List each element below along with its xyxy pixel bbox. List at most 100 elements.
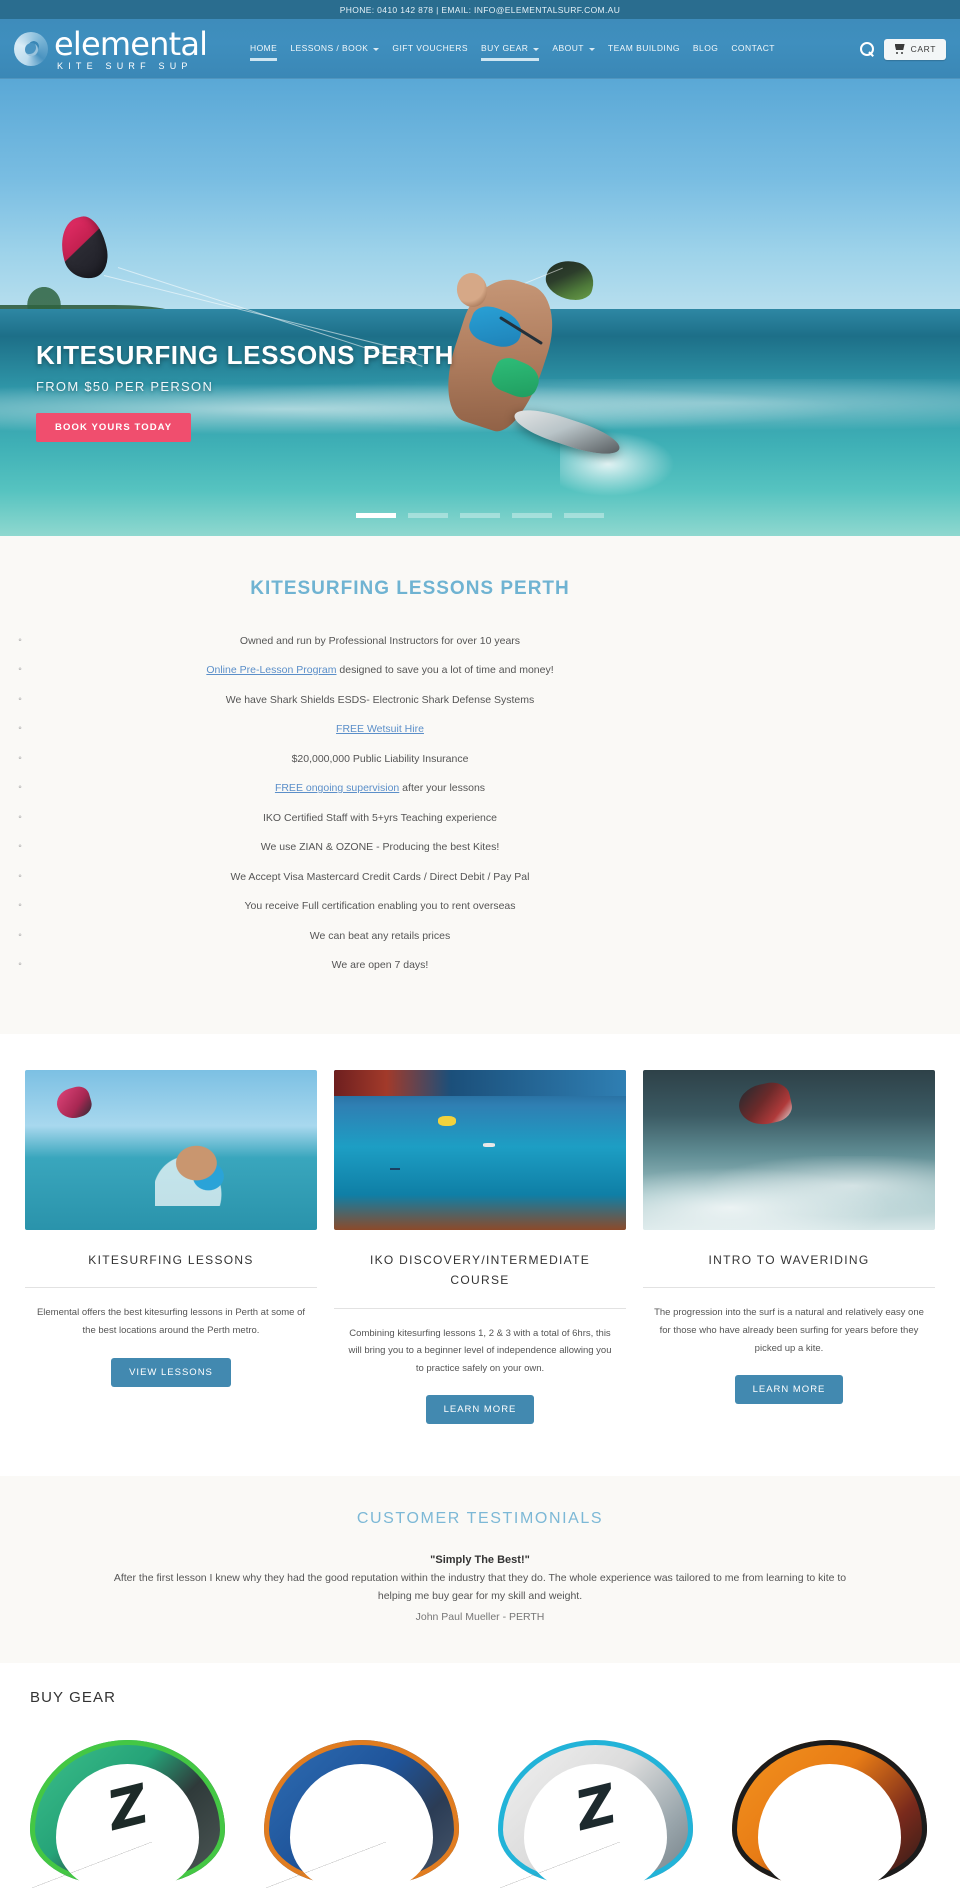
kite-lines [500,1842,620,1888]
top-contact-bar: PHONE: 0410 142 878 | EMAIL: INFO@ELEMEN… [0,0,960,19]
cart-button-label: CART [910,44,936,54]
search-icon[interactable] [859,41,875,57]
slider-indicator-1[interactable] [356,513,396,518]
nav-label: BLOG [692,43,719,53]
buy-gear-section: BUY GEAR Z Z Z REO [0,1663,960,1888]
feature-text: IKO Certified Staff with 5+yrs Teaching … [263,811,497,824]
hero-title: KITESURFING LESSONS PERTH [36,340,455,370]
nav-item-lessons-book[interactable]: LESSONS / BOOK [290,39,380,63]
feature-text: You receive Full certification enabling … [244,900,516,912]
contact-info-text: PHONE: 0410 142 878 | EMAIL: INFO@ELEMEN… [339,4,621,15]
bullet-icon: ◦ [18,841,22,853]
feature-text: We are open 7 days! [331,959,429,971]
product-zian-hantu-blue-kite[interactable]: Z [252,1728,474,1888]
learn-more-button-iko[interactable]: LEARN MORE [425,1395,535,1425]
testimonial-quote-title: "Simply The Best!" [430,1554,530,1567]
product-reo-orange-kite[interactable]: REO [720,1728,942,1888]
kite-lines [32,1842,152,1888]
product-zian-white-blue-kite[interactable]: Z [486,1728,708,1888]
feature-item: ◦ FREE Wetsuit Hire [0,715,960,745]
nav-item-home[interactable]: HOME [250,39,278,63]
feature-link[interactable]: FREE ongoing supervision [275,782,399,794]
feature-item: ◦ We use ZIAN & OZONE - Producing the be… [0,833,960,863]
features-section: KITESURFING LESSONS PERTH ◦ Owned and ru… [0,536,960,1034]
feature-text: We use ZIAN & OZONE - Producing the best… [260,841,500,853]
testimonial-body: After the first lesson I knew why they h… [113,1572,847,1603]
slider-indicator-5[interactable] [564,513,604,518]
bullet-icon: ◦ [18,664,22,676]
nav-label: HOME [250,43,278,53]
nav-item-contact[interactable]: CONTACT [731,39,775,63]
book-now-button[interactable]: BOOK YOURS TODAY [36,412,192,442]
nav-label: CONTACT [731,43,775,53]
feature-item: ◦ IKO Certified Staff with 5+yrs Teachin… [0,803,960,833]
feature-item: ◦ You receive Full certification enablin… [0,892,960,922]
feature-text: We have Shark Shields ESDS- Electronic S… [225,693,535,706]
nav-item-blog[interactable]: BLOG [693,39,718,63]
bullet-icon: ◦ [18,723,22,735]
feature-link[interactable]: FREE Wetsuit Hire [336,723,424,735]
nav-label: ABOUT [552,43,584,53]
learn-more-button-waveriding[interactable]: LEARN MORE [734,1375,844,1405]
feature-item: ◦ We have Shark Shields ESDS- Electronic… [0,685,960,715]
features-list: ◦ Owned and run by Professional Instruct… [0,626,960,980]
nav-item-gift-vouchers[interactable]: GIFT VOUCHERS [392,39,468,63]
hero-slider: KITESURFING LESSONS PERTH FROM $50 PER P… [0,79,960,536]
bullet-icon: ◦ [18,634,22,646]
intro-waveriding-image[interactable] [643,1070,935,1230]
feature-text-rest: after your lessons [399,782,486,794]
card-title: INTRO TO WAVERIDING [643,1230,935,1289]
main-navigation: HOME LESSONS / BOOK GIFT VOUCHERS BUY GE… [250,19,860,79]
slider-indicator-3[interactable] [460,513,500,518]
bullet-icon: ◦ [18,693,22,705]
cart-button[interactable]: CART [883,38,946,60]
nav-item-team-building[interactable]: TEAM BUILDING [608,39,680,63]
feature-text-rest: designed to save you a lot of time and m… [336,664,554,676]
testimonials-heading: CUSTOMER TESTIMONIALS [356,1510,604,1528]
feature-text: Owned and run by Professional Instructor… [239,634,521,647]
kite-graphic: REO [732,1740,927,1888]
features-heading: KITESURFING LESSONS PERTH [250,578,570,599]
card-title: KITESURFING LESSONS [25,1230,317,1289]
buy-gear-heading: BUY GEAR [30,1689,117,1707]
bullet-icon: ◦ [18,870,22,882]
hero-slider-indicators [0,513,960,518]
slider-indicator-2[interactable] [408,513,448,518]
testimonials-section: CUSTOMER TESTIMONIALS "Simply The Best!"… [0,1476,960,1664]
chevron-down-icon [533,47,540,51]
course-card-kitesurfing-lessons: KITESURFING LESSONS Elemental offers the… [25,1070,317,1424]
kitesurfing-lessons-image[interactable] [25,1070,317,1230]
slider-indicator-4[interactable] [512,513,552,518]
bullet-icon: ◦ [18,782,22,794]
course-card-intro-waveriding: INTRO TO WAVERIDING The progression into… [643,1070,935,1424]
header-actions: CART [859,38,960,60]
bullet-icon: ◦ [18,959,22,971]
iko-discovery-image[interactable] [334,1070,626,1230]
card-description: The progression into the surf is a natur… [654,1307,924,1354]
kite-lines [266,1842,386,1888]
nav-label: BUY GEAR [481,43,529,53]
chevron-down-icon [588,47,595,51]
feature-text: $20,000,000 Public Liability Insurance [291,752,469,765]
feature-text: We Accept Visa Mastercard Credit Cards /… [230,870,530,883]
site-logo[interactable]: elemental KITE SURF SUP [0,28,250,71]
nav-item-buy-gear[interactable]: BUY GEAR [481,39,540,63]
feature-item: ◦ We Accept Visa Mastercard Credit Cards… [0,862,960,892]
feature-item: ◦ Online Pre-Lesson Program designed to … [0,656,960,686]
feature-text: FREE ongoing supervision after your less… [40,783,960,794]
feature-text: Online Pre-Lesson Program designed to sa… [40,665,960,676]
view-lessons-button[interactable]: VIEW LESSONS [111,1357,231,1387]
nav-item-about[interactable]: ABOUT [552,39,595,63]
nav-label: GIFT VOUCHERS [392,43,469,53]
nav-label: LESSONS / BOOK [290,43,369,53]
feature-link[interactable]: Online Pre-Lesson Program [206,664,336,676]
shopping-cart-icon [894,44,906,54]
hero-subtitle: FROM $50 PER PERSON [36,378,214,394]
hero-text-block: KITESURFING LESSONS PERTH FROM $50 PER P… [36,341,454,442]
feature-item: ◦ We can beat any retails prices [0,921,960,951]
feature-text: FREE Wetsuit Hire [40,724,960,735]
gear-products-row: Z Z Z REO [0,1728,960,1888]
testimonial-author: John Paul Mueller - PERTH [415,1611,545,1624]
logo-wordmark: elemental [54,24,208,63]
product-zian-aquila-green-kite[interactable]: Z [18,1728,240,1888]
